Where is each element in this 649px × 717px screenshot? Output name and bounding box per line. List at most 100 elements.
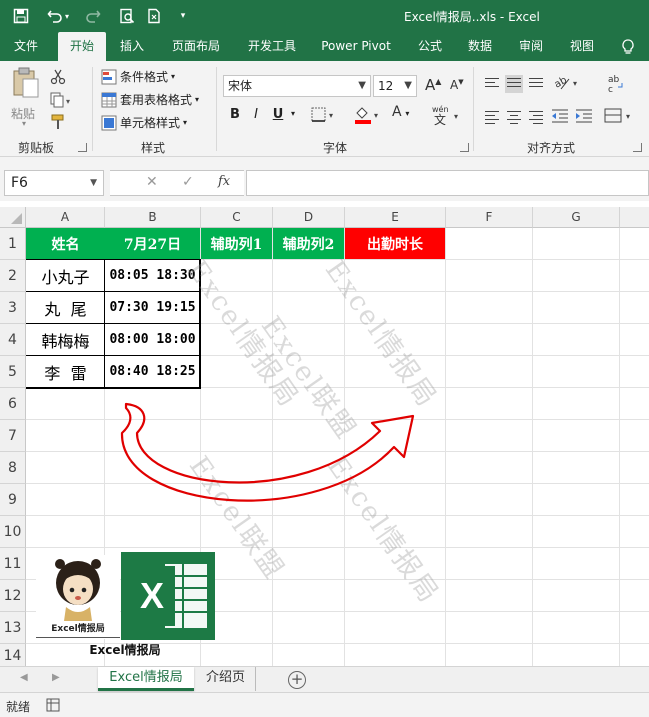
- print-preview-icon[interactable]: [116, 5, 138, 27]
- tab-file[interactable]: 文件: [6, 32, 46, 61]
- underline-button[interactable]: U: [268, 104, 288, 126]
- column-header-f[interactable]: F: [446, 207, 533, 228]
- column-header-c[interactable]: C: [201, 207, 273, 228]
- alignment-launcher-icon[interactable]: [633, 143, 642, 152]
- cell-a4-name[interactable]: 韩梅梅: [26, 324, 105, 355]
- cell-a2-name[interactable]: 小丸子: [26, 260, 105, 291]
- font-launcher-icon[interactable]: [460, 143, 469, 152]
- document-icon[interactable]: [143, 5, 165, 27]
- merge-center-icon[interactable]: ▾: [604, 107, 636, 128]
- cell-a1-name-header[interactable]: 姓名: [26, 228, 105, 259]
- enter-icon[interactable]: ✓: [182, 174, 194, 190]
- underline-dropdown-icon[interactable]: ▾: [291, 109, 295, 118]
- row-header-4[interactable]: 4: [0, 324, 26, 356]
- undo-dropdown-icon[interactable]: ▾: [62, 5, 72, 27]
- lightbulb-icon[interactable]: [616, 32, 640, 61]
- cell-e1-duration-header[interactable]: 出勤时长: [345, 228, 445, 259]
- shrink-font-button[interactable]: A▼: [450, 78, 464, 92]
- tab-review[interactable]: 审阅: [511, 32, 551, 61]
- save-icon[interactable]: [10, 5, 32, 27]
- align-middle-icon[interactable]: [505, 75, 523, 93]
- align-bottom-icon[interactable]: [527, 75, 545, 93]
- cancel-icon[interactable]: ✕: [146, 174, 158, 190]
- italic-button[interactable]: I: [246, 104, 266, 126]
- font-name-value: 宋体: [228, 79, 253, 93]
- macro-record-icon[interactable]: [46, 698, 60, 715]
- cell-style-button[interactable]: 单元格样式 ▾: [101, 114, 187, 131]
- cut-icon[interactable]: [50, 69, 66, 88]
- tab-view[interactable]: 视图: [562, 32, 602, 61]
- bold-button[interactable]: B: [225, 104, 245, 126]
- row-header-11[interactable]: 11: [0, 548, 26, 580]
- cell-b5-times[interactable]: 08:40 18:25: [105, 356, 200, 387]
- row-header-5[interactable]: 5: [0, 356, 26, 388]
- grow-font-button[interactable]: A▲: [425, 76, 441, 94]
- cell-b3-times[interactable]: 07:30 19:15: [105, 292, 200, 323]
- paste-button[interactable]: 粘贴 ▾: [8, 67, 44, 129]
- cell-b1-date-header[interactable]: 7月27日: [105, 228, 200, 259]
- decrease-indent-icon[interactable]: [551, 108, 569, 127]
- row-header-12[interactable]: 12: [0, 580, 26, 612]
- select-all-corner[interactable]: [0, 207, 26, 228]
- align-center-icon[interactable]: [505, 108, 523, 126]
- column-header-e[interactable]: E: [345, 207, 446, 228]
- cell-b4-times[interactable]: 08:00 18:00: [105, 324, 200, 355]
- scroll-right-icon[interactable]: ▶: [52, 672, 60, 683]
- cell-a3-name[interactable]: 丸 尾: [26, 292, 105, 323]
- scroll-left-icon[interactable]: ◀: [20, 672, 28, 683]
- tab-data[interactable]: 数据: [460, 32, 500, 61]
- copy-icon[interactable]: ▾: [50, 92, 72, 111]
- align-left-icon[interactable]: [483, 108, 501, 126]
- tab-home[interactable]: 开始: [58, 32, 106, 61]
- wrap-text-icon[interactable]: ab c: [606, 73, 626, 98]
- font-name-select[interactable]: 宋体 ▼: [223, 75, 371, 97]
- column-header-a[interactable]: A: [26, 207, 105, 228]
- name-box[interactable]: F6 ▼: [4, 170, 104, 196]
- row-header-1[interactable]: 1: [0, 228, 26, 260]
- format-painter-icon[interactable]: [50, 114, 66, 133]
- font-size-select[interactable]: 12 ▼: [373, 75, 417, 97]
- row-header-14[interactable]: 14: [0, 644, 26, 666]
- font-color-button[interactable]: A ▾: [392, 104, 409, 120]
- worksheet-grid[interactable]: A B C D E F G 1 2 3 4 5 6 7 8 9 10 11 12…: [0, 207, 649, 666]
- row-header-13[interactable]: 13: [0, 612, 26, 644]
- paste-dropdown-icon[interactable]: ▾: [22, 119, 26, 128]
- phonetic-button[interactable]: wén 文 ▾: [430, 103, 464, 130]
- column-header-g[interactable]: G: [533, 207, 620, 228]
- cell-a5-name[interactable]: 李 雷: [26, 356, 105, 387]
- orientation-icon[interactable]: ab ▾: [553, 74, 581, 95]
- clipboard-launcher-icon[interactable]: [78, 143, 87, 152]
- tab-insert[interactable]: 插入: [112, 32, 152, 61]
- sheet-tab-intro[interactable]: 介绍页: [196, 667, 256, 691]
- row-header-2[interactable]: 2: [0, 260, 26, 292]
- insert-function-icon[interactable]: fx: [218, 174, 230, 189]
- align-right-icon[interactable]: [527, 108, 545, 126]
- row-header-6[interactable]: 6: [0, 388, 26, 420]
- tab-power-pivot[interactable]: Power Pivot: [316, 32, 396, 61]
- border-button[interactable]: ▾: [311, 107, 337, 126]
- formula-input[interactable]: [246, 170, 649, 196]
- conditional-format-button[interactable]: 条件格式 ▾: [101, 68, 175, 85]
- redo-icon[interactable]: [82, 5, 104, 27]
- conditional-format-icon: [101, 69, 117, 85]
- cell-d1-aux2-header[interactable]: 辅助列2: [273, 228, 344, 259]
- row-header-8[interactable]: 8: [0, 452, 26, 484]
- increase-indent-icon[interactable]: [575, 108, 593, 127]
- align-top-icon[interactable]: [483, 75, 501, 93]
- chevron-down-icon: ▼: [358, 80, 366, 91]
- sheet-tab-excel-info[interactable]: Excel情报局: [98, 667, 194, 691]
- row-header-3[interactable]: 3: [0, 292, 26, 324]
- table-format-button[interactable]: 套用表格格式 ▾: [101, 91, 199, 108]
- column-header-b[interactable]: B: [105, 207, 201, 228]
- column-header-h[interactable]: [620, 207, 649, 228]
- fill-color-button[interactable]: ▾: [353, 104, 383, 129]
- tab-page-layout[interactable]: 页面布局: [164, 32, 228, 61]
- customize-toolbar-icon[interactable]: ▾: [172, 5, 194, 27]
- row-header-9[interactable]: 9: [0, 484, 26, 516]
- row-header-7[interactable]: 7: [0, 420, 26, 452]
- add-sheet-button[interactable]: +: [288, 671, 306, 689]
- tab-formulas[interactable]: 公式: [410, 32, 450, 61]
- column-header-d[interactable]: D: [273, 207, 345, 228]
- row-header-10[interactable]: 10: [0, 516, 26, 548]
- tab-developer[interactable]: 开发工具: [240, 32, 304, 61]
